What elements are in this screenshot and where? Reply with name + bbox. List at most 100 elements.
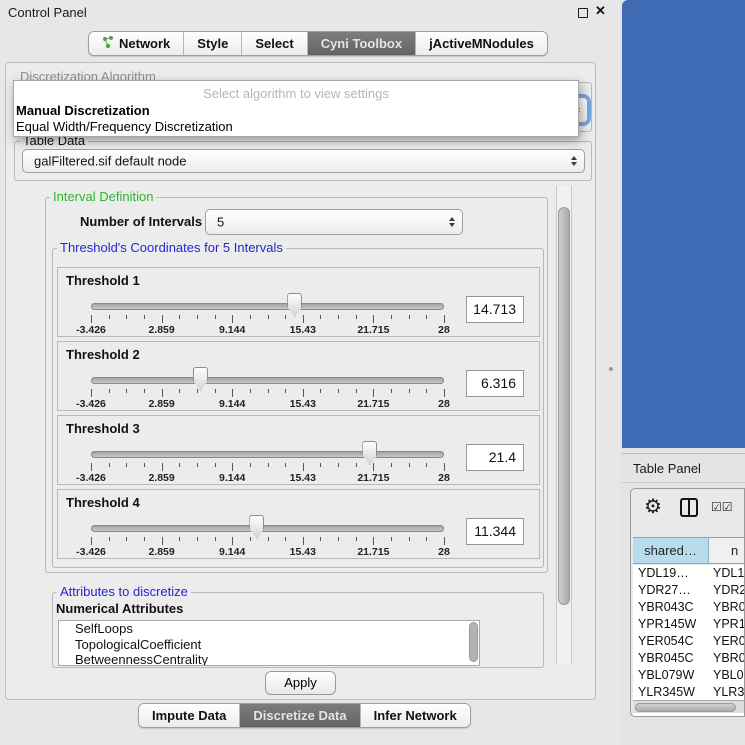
dropdown-option-equal-width[interactable]: Equal Width/Frequency Discretization [16,119,233,134]
threshold-1-slider[interactable]: -3.4262.8599.14415.4321.71528 [91,296,444,336]
threshold-3-value-field[interactable]: 21.4 [466,444,524,471]
tick [268,389,269,393]
bottom-tab-bar: Impute Data Discretize Data Infer Networ… [138,703,471,728]
threshold-3-slider[interactable]: -3.4262.8599.14415.4321.71528 [91,444,444,484]
table-row[interactable]: YLR345WYLR3 [633,684,745,701]
table-row[interactable]: YBL079WYBL0 [633,667,745,684]
attribute-list-item[interactable]: BetweennessCentrality [59,652,479,666]
tick [356,315,357,319]
float-window-icon[interactable] [578,8,588,18]
slider-axis-labels: -3.4262.8599.14415.4321.71528 [91,398,444,410]
tick-label: 15.43 [290,324,316,336]
tick-label: 9.144 [219,546,245,558]
table-row[interactable]: YER054CYER0 [633,633,745,650]
table-row[interactable]: YDL19…YDL1 [633,565,745,582]
table-data-combobox[interactable]: galFiltered.sif default node [22,149,585,173]
tick [391,389,392,393]
table-row[interactable]: YDR27…YDR2 [633,582,745,599]
tick [426,315,427,319]
threshold-row-1: Threshold 1 -3.4262.8599.14415.4321.7152… [57,267,540,337]
attribute-list-item[interactable]: SelfLoops [59,621,479,637]
table-cell[interactable]: YLR3 [713,684,745,701]
tick [126,315,127,319]
columns-icon[interactable] [680,498,698,517]
select-columns-checkboxes-icon[interactable]: ☑☑ [711,500,733,514]
tick [409,537,410,541]
table-cell[interactable]: YDR27… [633,582,713,599]
tick-label: 28 [438,472,450,484]
column-header-shared[interactable]: shared… [633,538,709,563]
tab-discretize-data[interactable]: Discretize Data [240,704,360,727]
table-cell[interactable]: YDL19… [633,565,713,582]
numerical-attributes-list[interactable]: SelfLoopsTopologicalCoefficientBetweenne… [58,620,480,666]
list-scrollbar-thumb[interactable] [469,622,478,662]
table-cell[interactable]: YBR0 [713,599,745,616]
threshold-4-slider[interactable]: -3.4262.8599.14415.4321.71528 [91,518,444,558]
tick [91,463,92,471]
table-cell[interactable]: YDL1 [713,565,745,582]
number-of-intervals-combobox[interactable]: 5 [205,209,463,235]
tick [144,537,145,541]
tab-style[interactable]: Style [184,32,242,55]
tick [320,389,321,393]
apply-button[interactable]: Apply [265,671,336,695]
tab-select[interactable]: Select [242,32,307,55]
table-cell[interactable]: YPR1 [713,616,745,633]
table-cell[interactable]: YBR043C [633,599,713,616]
threshold-2-value-field[interactable]: 6.316 [466,370,524,397]
table-panel-title: Table Panel [633,461,701,476]
tick [91,537,92,545]
table-cell[interactable]: YER0 [713,633,745,650]
panel-splitter-grip[interactable] [609,367,613,371]
tab-network[interactable]: Network [89,32,184,55]
table-cell[interactable]: YBR0 [713,650,745,667]
table-cell[interactable]: YDR2 [713,582,745,599]
table-row[interactable]: YBR045CYBR0 [633,650,745,667]
tick [126,463,127,467]
tick [162,537,163,545]
settings-scrollbar-thumb[interactable] [558,207,570,605]
tick [144,315,145,319]
threshold-1-value-field[interactable]: 14.713 [466,296,524,323]
tick [409,389,410,393]
network-view-window: GAL80 GA C GAL11 GAL4 GCY1 H HAP2 [622,0,745,448]
slider-thumb[interactable] [362,441,377,465]
column-header-name[interactable]: n [709,538,745,563]
threshold-2-slider[interactable]: -3.4262.8599.14415.4321.71528 [91,370,444,410]
tab-jactivemnodules[interactable]: jActiveMNodules [416,32,547,55]
table-cell[interactable]: YER054C [633,633,713,650]
table-rows: YDL19…YDL1YDR27…YDR2YBR043CYBR0YPR145WYP… [633,565,745,717]
table-row[interactable]: YPR145WYPR1 [633,616,745,633]
close-icon[interactable]: ✕ [595,3,606,19]
slider-thumb[interactable] [249,515,264,539]
table-row[interactable]: YBR043CYBR0 [633,599,745,616]
tick [162,463,163,471]
dropdown-option-manual[interactable]: Manual Discretization [16,103,150,118]
tick [356,463,357,467]
tick-label: 9.144 [219,398,245,410]
table-cell[interactable]: YPR145W [633,616,713,633]
horizontal-scrollbar-track[interactable] [633,700,745,713]
tick [232,315,233,323]
tab-cyni-toolbox[interactable]: Cyni Toolbox [308,32,416,55]
attributes-group-title: Attributes to discretize [57,584,191,599]
tab-infer-network[interactable]: Infer Network [361,704,470,727]
dropdown-hint: Select algorithm to view settings [14,86,578,101]
tick-label: 2.859 [148,546,174,558]
tick [409,463,410,467]
horizontal-scrollbar-thumb[interactable] [635,703,736,712]
table-cell[interactable]: YLR345W [633,684,713,701]
tick-label: -3.426 [76,398,106,410]
tick [179,315,180,319]
threshold-4-value-field[interactable]: 11.344 [466,518,524,545]
tick [320,315,321,319]
gear-icon[interactable]: ⚙ [644,494,662,519]
tab-impute-data[interactable]: Impute Data [139,704,240,727]
slider-thumb[interactable] [193,367,208,391]
attribute-list-item[interactable]: TopologicalCoefficient [59,637,479,653]
table-cell[interactable]: YBL079W [633,667,713,684]
table-cell[interactable]: YBL0 [713,667,745,684]
slider-thumb[interactable] [287,293,302,317]
tick [338,315,339,319]
table-cell[interactable]: YBR045C [633,650,713,667]
